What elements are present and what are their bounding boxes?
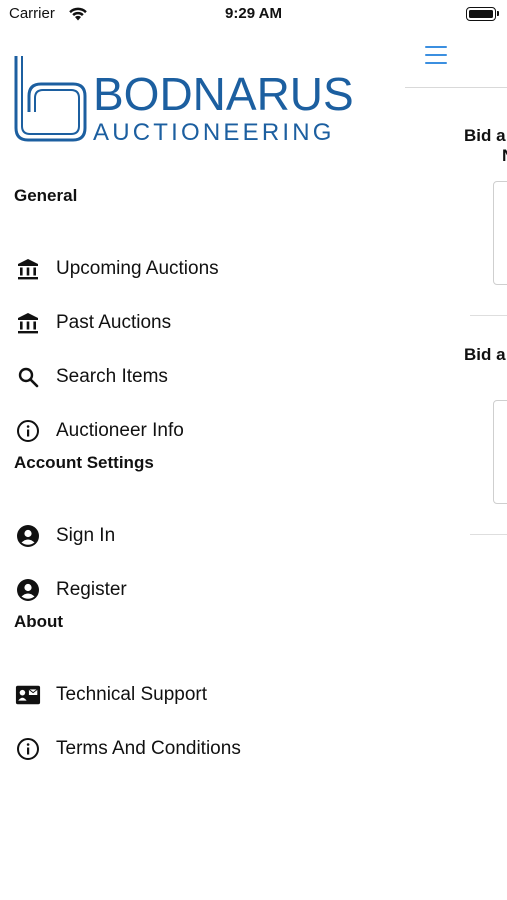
info-icon [15, 418, 41, 444]
menu-item-past-auctions[interactable]: Past Auctions [0, 303, 400, 343]
menu-item-register[interactable]: Register [0, 570, 400, 610]
auction-card-title: Bid a [464, 126, 506, 145]
clock: 9:29 AM [225, 5, 282, 22]
menu-item-terms-and-conditions[interactable]: Terms And Conditions [0, 729, 400, 769]
account-circle-icon [15, 523, 41, 549]
bank-icon [15, 310, 41, 336]
account-circle-icon [15, 577, 41, 603]
logo-icon [13, 54, 89, 149]
auction-card-title: Bid a [464, 345, 506, 364]
menu-item-label: Register [56, 579, 127, 600]
menu-item-label: Terms And Conditions [56, 738, 241, 759]
menu-item-auctioneer-info[interactable]: Auctioneer Info [0, 411, 400, 451]
logo-subtitle: AUCTIONEERING [93, 119, 335, 146]
card-divider [470, 315, 507, 316]
section-title-account-settings: Account Settings [14, 453, 154, 472]
bank-icon [15, 256, 41, 282]
menu-item-label: Sign In [56, 525, 116, 546]
menu-item-upcoming-auctions[interactable]: Upcoming Auctions [0, 249, 400, 289]
battery-icon [466, 7, 499, 21]
auction-card-image[interactable] [493, 400, 507, 504]
logo-title: BODNARUS [93, 68, 354, 120]
hamburger-menu-icon[interactable] [425, 46, 447, 66]
menu-item-label: Upcoming Auctions [56, 258, 219, 279]
menu-item-label: Technical Support [56, 684, 208, 705]
auction-card-image[interactable] [493, 181, 507, 285]
menu-item-search-items[interactable]: Search Items [0, 357, 400, 397]
auction-card-subtitle: N [502, 146, 507, 166]
menu-item-label: Past Auctions [56, 312, 172, 333]
section-title-general: General [14, 186, 78, 205]
menu-item-label: Search Items [56, 366, 168, 387]
menu-item-label: Auctioneer Info [56, 420, 184, 441]
header-divider [405, 87, 507, 88]
contact-card-icon [15, 682, 41, 708]
menu-item-sign-in[interactable]: Sign In [0, 516, 400, 556]
status-bar: Carrier 9:29 AM [0, 0, 507, 30]
info-icon [15, 736, 41, 762]
menu-item-technical-support[interactable]: Technical Support [0, 675, 400, 715]
card-divider [470, 534, 507, 535]
search-icon [15, 364, 41, 390]
section-title-about: About [14, 612, 64, 631]
